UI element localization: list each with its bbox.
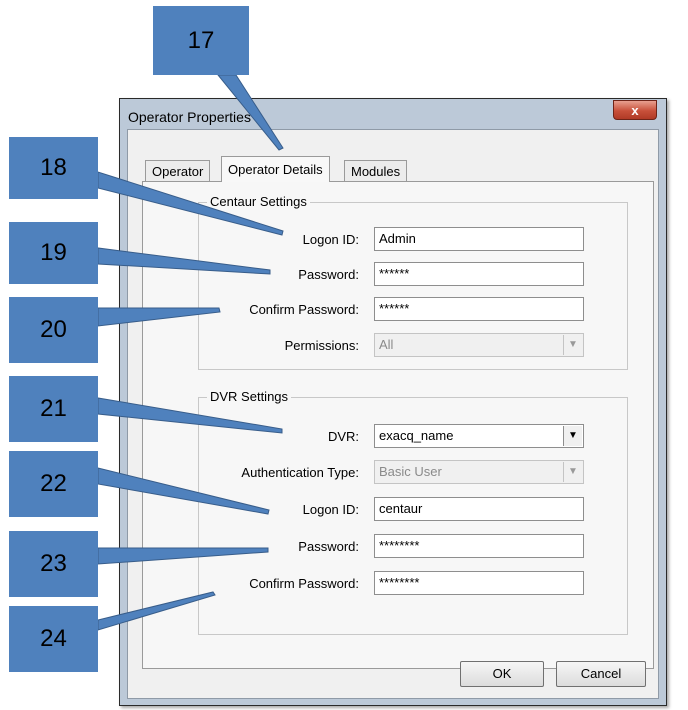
callout-23: 23 — [9, 531, 98, 597]
callout-24: 24 — [9, 606, 98, 672]
connector-17 — [216, 74, 284, 151]
callout-22: 22 — [9, 451, 98, 517]
callout-19: 19 — [9, 222, 98, 284]
callout-21: 21 — [9, 376, 98, 442]
callout-17: 17 — [153, 6, 249, 75]
callout-connectors — [97, 74, 284, 631]
connector-24 — [97, 591, 216, 631]
connector-21 — [97, 397, 283, 434]
callout-18: 18 — [9, 137, 98, 199]
connector-22 — [97, 467, 270, 515]
tab-operator-details[interactable]: Operator Details — [221, 156, 330, 182]
callout-20: 20 — [9, 297, 98, 363]
connector-23 — [97, 547, 269, 565]
connector-19 — [97, 247, 271, 275]
connector-20 — [97, 307, 221, 327]
